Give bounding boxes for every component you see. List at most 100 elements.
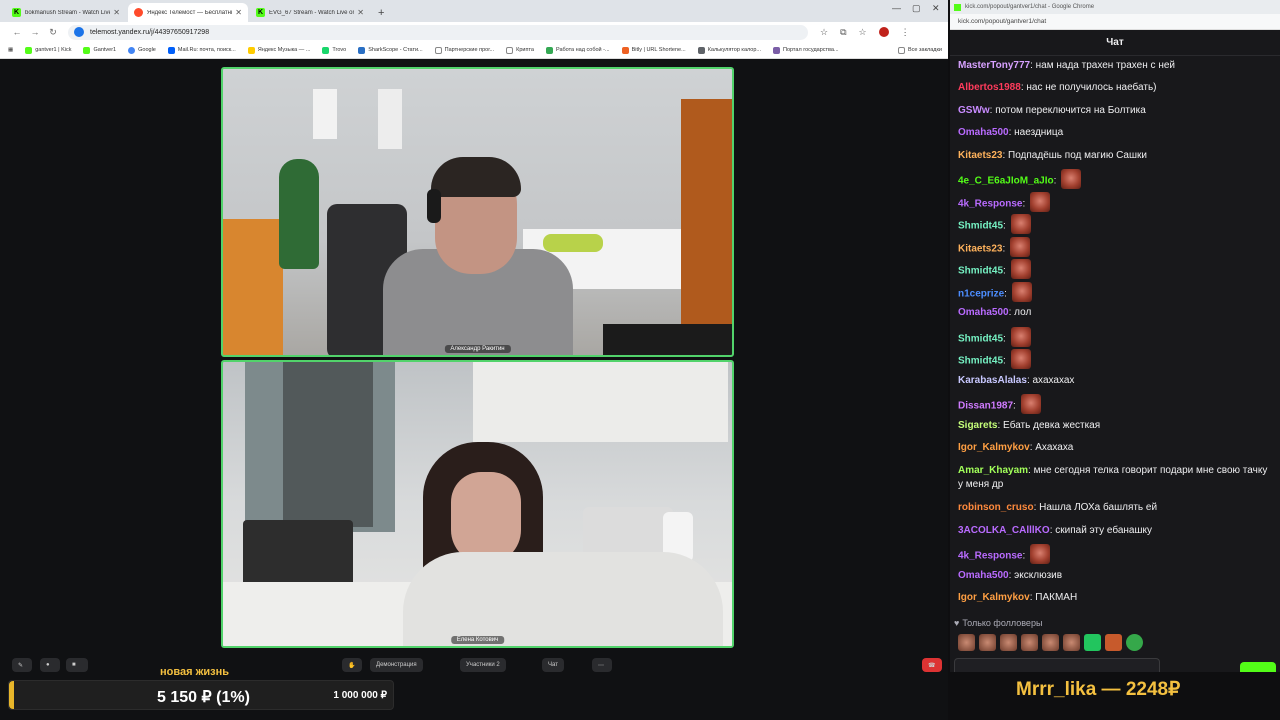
- bookmark-folder[interactable]: Партнерские прог...: [434, 46, 494, 54]
- chat-username[interactable]: 4k_Response: [958, 199, 1022, 210]
- chat-username[interactable]: Igor_Kalmykov: [958, 442, 1030, 453]
- chat-username[interactable]: robinson_cruso: [958, 502, 1034, 513]
- more-icon[interactable]: ⋯: [592, 658, 612, 672]
- forward-icon[interactable]: →: [26, 27, 44, 37]
- emote-icon[interactable]: [1126, 634, 1143, 651]
- chat-header: Чат: [950, 30, 1280, 56]
- chat-message: Kitaets23:: [958, 237, 1268, 259]
- emote-icon[interactable]: [1084, 634, 1101, 651]
- bookmark-item[interactable]: gantver1 | Kick: [25, 46, 71, 54]
- chat-username[interactable]: Dissan1987: [958, 401, 1013, 412]
- chat-username[interactable]: Shmidt45: [958, 356, 1003, 367]
- chat-username[interactable]: 4e_C_E6aJIoM_aJIo: [958, 176, 1054, 187]
- close-icon[interactable]: ✕: [235, 8, 242, 17]
- chat-username[interactable]: 4k_Response: [958, 551, 1022, 562]
- chat-username[interactable]: Sigarets: [958, 420, 997, 431]
- chat-message: Kitaets23: Подпадёшь под магию Сашки: [958, 149, 1268, 163]
- kitchen-cabinet: [473, 362, 728, 442]
- reload-icon[interactable]: ↻: [44, 27, 62, 38]
- tab-bokmanush[interactable]: K bokmanush Stream - Watch Live ✕: [6, 3, 126, 22]
- chat-username[interactable]: Kitaets23: [958, 150, 1002, 161]
- send-button[interactable]: [1240, 662, 1276, 672]
- bookmark-item[interactable]: Bitly | URL Shortene...: [621, 46, 686, 54]
- new-tab-button[interactable]: +: [372, 7, 390, 22]
- folder-icon: [506, 46, 514, 54]
- leave-call-icon[interactable]: ☎: [922, 658, 942, 672]
- emote-icon: [1010, 237, 1031, 257]
- profile-avatar[interactable]: [878, 27, 889, 37]
- bookmark-item[interactable]: Портал государства...: [772, 46, 839, 54]
- chat-username[interactable]: Omaha500: [958, 127, 1009, 138]
- video-tile-2[interactable]: Елена Котович: [221, 360, 734, 648]
- chat-username[interactable]: Kitaets23: [958, 244, 1002, 255]
- emote-icon: [1010, 327, 1031, 347]
- settings-icon[interactable]: ✎: [12, 658, 32, 672]
- camera-icon[interactable]: ■: [66, 658, 88, 672]
- minimize-icon[interactable]: —: [892, 3, 901, 13]
- chat-username[interactable]: Amar_Khayam: [958, 465, 1028, 476]
- chat-message: Dissan1987:: [958, 394, 1268, 416]
- bookmark-favicon: [545, 46, 553, 54]
- emote-icon[interactable]: [1063, 634, 1080, 651]
- bookmark-item[interactable]: Калькулятор калор...: [697, 46, 761, 54]
- extensions-icon[interactable]: ⧉: [840, 27, 846, 38]
- close-icon[interactable]: ✕: [357, 8, 364, 17]
- chat-username[interactable]: n1ceprize: [958, 289, 1004, 300]
- chat-text: Ебать девка жесткая: [1003, 420, 1101, 431]
- emote-icon[interactable]: [1021, 634, 1038, 651]
- bookmark-item[interactable]: Яндекс Музыка — ...: [247, 46, 310, 54]
- back-icon[interactable]: ←: [8, 27, 26, 37]
- emote-icon[interactable]: [979, 634, 996, 651]
- chat-username[interactable]: Shmidt45: [958, 334, 1003, 345]
- bookmark-item[interactable]: Работа над собой -...: [545, 46, 610, 54]
- participants-button[interactable]: Участники 2: [460, 658, 506, 672]
- bookmark-item[interactable]: Mail.Ru: почта, поиск...: [167, 46, 236, 54]
- chat-username[interactable]: Omaha500: [958, 307, 1009, 318]
- bookmark-icon[interactable]: ☆: [859, 27, 867, 38]
- bookmarks-bar: ▦ gantver1 | Kick Gantver1 Google Mail.R…: [0, 42, 948, 59]
- emote-icon[interactable]: [1042, 634, 1059, 651]
- chat-username[interactable]: Albertos1988: [958, 82, 1021, 93]
- screen-share-button[interactable]: Демонстрация: [370, 658, 423, 672]
- chat-url-bar[interactable]: kick.com/popout/gantver1/chat: [950, 14, 1280, 30]
- participant-name: Елена Котович: [450, 636, 505, 644]
- hand-icon[interactable]: ✋: [342, 658, 362, 672]
- chat-username[interactable]: Shmidt45: [958, 221, 1003, 232]
- chat-username[interactable]: Igor_Kalmykov: [958, 592, 1030, 603]
- bookmark-item[interactable]: Trovo: [322, 46, 346, 54]
- url-text: telemost.yandex.ru/j/44397650917298: [90, 28, 210, 36]
- tab-evg67[interactable]: K EVG_67 Stream - Watch Live on ✕: [250, 3, 370, 22]
- bookmark-folder[interactable]: Крипта: [506, 46, 534, 54]
- chat-input[interactable]: [954, 658, 1160, 672]
- emote-icon[interactable]: [958, 634, 975, 651]
- close-icon[interactable]: ✕: [113, 8, 120, 17]
- site-info-icon[interactable]: [74, 27, 84, 37]
- url-input[interactable]: telemost.yandex.ru/j/44397650917298: [68, 24, 808, 40]
- goal-current-amount: 5 150 ₽ (1%): [157, 689, 250, 706]
- video-tile-1[interactable]: Александр Ракитин: [221, 67, 734, 357]
- apps-icon[interactable]: ▦: [8, 47, 13, 53]
- chat-message: Omaha500: наездница: [958, 126, 1268, 140]
- bookmark-item[interactable]: SharkScope - Стати...: [358, 46, 423, 54]
- chat-username[interactable]: Shmidt45: [958, 266, 1003, 277]
- chat-username[interactable]: 3ACOLKA_CAlllKO: [958, 525, 1050, 536]
- tab-telemost[interactable]: Яндекс Телемост — Бесплатные ✕: [128, 3, 248, 22]
- microphone-icon[interactable]: ●: [40, 658, 60, 672]
- maximize-icon[interactable]: ▢: [912, 3, 921, 14]
- all-bookmarks[interactable]: Все закладки: [897, 46, 942, 54]
- bookmark-label: SharkScope - Стати...: [368, 47, 423, 53]
- chat-username[interactable]: GSWw: [958, 105, 990, 116]
- pillow: [543, 234, 603, 252]
- emote-icon[interactable]: [1000, 634, 1017, 651]
- chat-button[interactable]: Чат: [542, 658, 564, 672]
- chat-username[interactable]: Omaha500: [958, 570, 1009, 581]
- window-dark: [283, 362, 373, 527]
- emote-icon[interactable]: [1105, 634, 1122, 651]
- bookmark-item[interactable]: Gantver1: [83, 46, 116, 54]
- star-icon[interactable]: ☆: [820, 27, 828, 38]
- menu-icon[interactable]: ⋮: [901, 27, 910, 38]
- close-window-icon[interactable]: ✕: [932, 3, 940, 14]
- bookmark-item[interactable]: Google: [128, 46, 156, 54]
- chat-username[interactable]: KarabasAlalas: [958, 375, 1027, 386]
- chat-username[interactable]: MasterTony777: [958, 60, 1030, 71]
